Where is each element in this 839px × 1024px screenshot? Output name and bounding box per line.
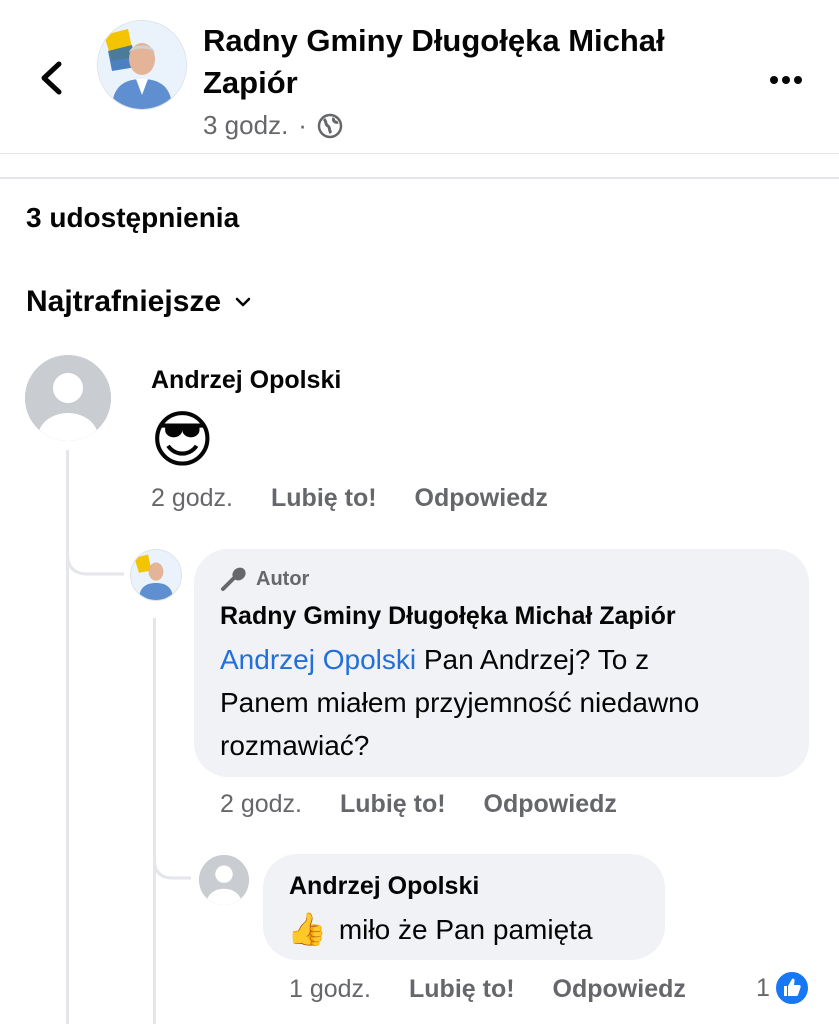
comment-time[interactable]: 1 godz. <box>289 975 371 1004</box>
avatar[interactable] <box>199 855 249 905</box>
like-button[interactable]: Lubię to! <box>340 790 446 819</box>
chevron-down-icon <box>235 297 251 307</box>
globe-icon <box>317 113 343 138</box>
thread-line <box>66 450 69 1024</box>
meta-separator: · <box>298 110 307 140</box>
sort-dropdown[interactable]: Najtrafniejsze <box>26 285 253 319</box>
thread-line-reply <box>153 618 156 1024</box>
like-reaction-icon <box>773 970 810 1006</box>
thread-connector <box>66 540 124 576</box>
shares-count[interactable]: 3 udostępnienia <box>26 202 239 234</box>
header-divider <box>0 153 839 154</box>
comment-text-line: Pan Andrzej? To z <box>416 644 650 675</box>
reaction-count: 1 <box>756 973 770 1002</box>
section-divider <box>0 177 839 179</box>
comment-author[interactable]: Radny Gminy Długołęka Michał Zapiór <box>220 602 676 631</box>
reply-button[interactable]: Odpowiedz <box>415 484 548 513</box>
comment-author[interactable]: Andrzej Opolski <box>151 366 341 395</box>
comment-actions: 2 godz. Lubię to! Odpowiedz <box>220 790 617 819</box>
like-button[interactable]: Lubię to! <box>409 975 515 1004</box>
comment-emoji: 😎 <box>150 406 215 475</box>
page-name[interactable]: Radny Gminy Długołęka Michał Zapiór <box>203 20 723 104</box>
comment-actions: 2 godz. Lubię to! Odpowiedz <box>151 484 548 513</box>
mention-link[interactable]: Andrzej Opolski <box>220 644 416 675</box>
reaction-summary[interactable]: 1 <box>756 970 810 1006</box>
comment-author[interactable]: Andrzej Opolski <box>289 872 479 901</box>
author-badge-label: Autor <box>256 567 310 590</box>
more-horizontal-icon[interactable] <box>766 60 806 100</box>
avatar[interactable] <box>130 549 182 601</box>
like-button[interactable]: Lubię to! <box>271 484 377 513</box>
reply-button[interactable]: Odpowiedz <box>484 790 617 819</box>
comment-text: Andrzej Opolski Pan Andrzej? To z Panem … <box>220 638 795 767</box>
sort-label: Najtrafniejsze <box>26 285 222 318</box>
chevron-left-icon[interactable] <box>34 58 70 98</box>
thread-connector <box>153 850 191 880</box>
comment-actions: 1 godz. Lubię to! Odpowiedz <box>289 975 686 1004</box>
comment-time[interactable]: 2 godz. <box>151 484 233 513</box>
post-time[interactable]: 3 godz. <box>203 110 288 141</box>
comment-text: 👍 miło że Pan pamięta <box>287 908 593 951</box>
avatar[interactable] <box>25 355 111 441</box>
thumbs-up-emoji: 👍 <box>287 911 327 947</box>
comment-text-line: miło że Pan pamięta <box>338 914 593 945</box>
author-badge: Autor <box>220 566 309 592</box>
post-meta: 3 godz. · <box>203 110 343 141</box>
reply-button[interactable]: Odpowiedz <box>553 975 686 1004</box>
comment-time[interactable]: 2 godz. <box>220 790 302 819</box>
comment-text-line: Panem miałem przyjemność niedawno <box>220 687 700 718</box>
microphone-icon <box>221 567 246 591</box>
page-avatar[interactable] <box>97 20 187 110</box>
comment-text-line: rozmawiać? <box>220 730 370 761</box>
